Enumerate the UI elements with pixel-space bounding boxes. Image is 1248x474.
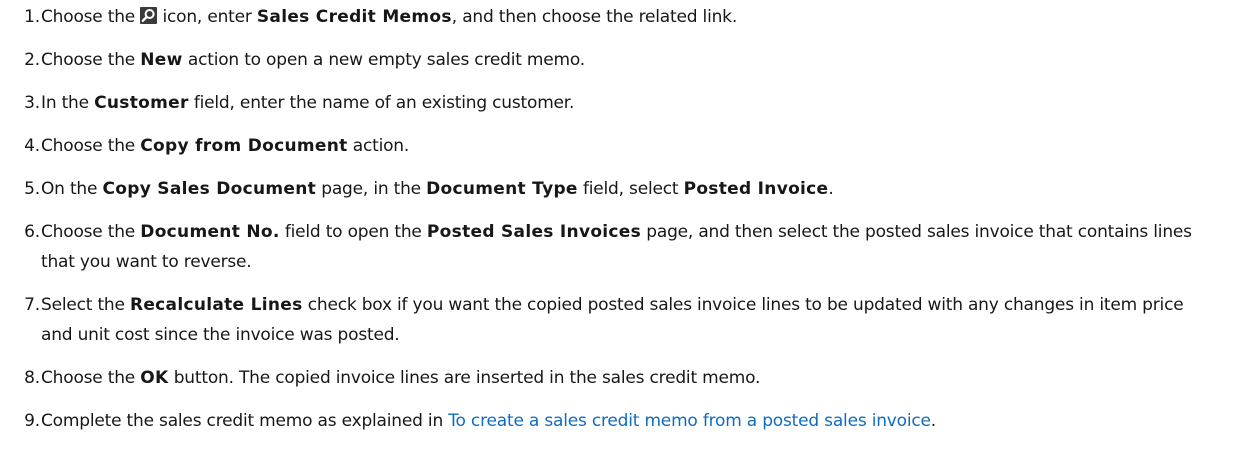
step-text: In the Customer field, enter the name of… [40, 88, 1248, 118]
step-text: On the Copy Sales Document page, in the … [40, 174, 1248, 204]
step-text: Choose the OK button. The copied invoice… [40, 363, 1248, 393]
step-item: 5. On the Copy Sales Document page, in th… [0, 174, 1248, 204]
instruction-text: field to open the [279, 222, 427, 242]
instruction-text: button. The copied invoice lines are ins… [168, 368, 761, 388]
instruction-text: icon, enter [157, 7, 257, 27]
step-number: 8. [24, 368, 40, 388]
instruction-text: action to open a new empty sales credit … [182, 50, 586, 70]
instruction-text: Choose the [41, 50, 141, 70]
procedure-steps: 1. Choose the icon, enter Sales Credit Me… [0, 2, 1248, 436]
instruction-text: field, select [577, 179, 684, 199]
instruction-text: . [828, 179, 834, 199]
ui-element-name: Sales Credit Memos [256, 7, 452, 27]
ui-element-name: New [140, 50, 183, 70]
step-item: 9. Complete the sales credit memo as expl… [0, 406, 1248, 436]
step-item: 2. Choose the New action to open a new em… [0, 45, 1248, 75]
step-text: Complete the sales credit memo as explai… [40, 406, 1248, 436]
ui-element-name: Posted Invoice [683, 179, 829, 199]
step-text: Choose the icon, enter Sales Credit Memo… [40, 2, 1248, 32]
instruction-text: Choose the [41, 222, 141, 242]
ui-element-name: Document No. [140, 222, 280, 242]
step-item: 3. In the Customer field, enter the name … [0, 88, 1248, 118]
instruction-text: Choose the [41, 368, 141, 388]
step-number: 6. [24, 222, 40, 242]
ui-element-name: OK [140, 368, 169, 388]
instruction-text: Select the [41, 295, 130, 315]
step-text: Choose the Document No. field to open th… [40, 217, 1248, 277]
related-procedure-link[interactable]: To create a sales credit memo from a pos… [448, 411, 931, 431]
ui-element-name: Copy from Document [140, 136, 348, 156]
step-text: Choose the New action to open a new empt… [40, 45, 1248, 75]
ui-element-name: Customer [94, 93, 189, 113]
step-text: Select the Recalculate Lines check box i… [40, 290, 1248, 350]
step-number: 3. [24, 93, 40, 113]
ui-element-name: Copy Sales Document [102, 179, 317, 199]
instruction-text: field, enter the name of an existing cus… [188, 93, 575, 113]
step-number: 4. [24, 136, 40, 156]
ui-element-name: Recalculate Lines [129, 295, 303, 315]
step-number: 7. [24, 295, 40, 315]
step-number: 9. [24, 411, 40, 431]
search-icon [140, 7, 158, 24]
instruction-text: Choose the [41, 136, 141, 156]
instruction-text: . [930, 411, 937, 431]
step-number: 1. [24, 7, 40, 27]
step-item: 6. Choose the Document No. field to open … [0, 217, 1248, 277]
step-item: 1. Choose the icon, enter Sales Credit Me… [0, 2, 1248, 32]
instruction-text: On the [41, 179, 103, 199]
step-item: 4. Choose the Copy from Document action. [0, 131, 1248, 161]
instruction-text: , and then choose the related link. [451, 7, 738, 27]
step-item: 7. Select the Recalculate Lines check box… [0, 290, 1248, 350]
ui-element-name: Document Type [426, 179, 578, 199]
instruction-text: Complete the sales credit memo as explai… [41, 411, 449, 431]
step-text: Choose the Copy from Document action. [40, 131, 1248, 161]
step-item: 8. Choose the OK button. The copied invoi… [0, 363, 1248, 393]
step-number: 2. [24, 50, 40, 70]
instruction-text: Choose the [41, 7, 141, 27]
instruction-text: page, in the [316, 179, 427, 199]
instruction-text: action. [347, 136, 410, 156]
ui-element-name: Posted Sales Invoices [426, 222, 642, 242]
instruction-text: In the [41, 93, 95, 113]
step-number: 5. [24, 179, 40, 199]
